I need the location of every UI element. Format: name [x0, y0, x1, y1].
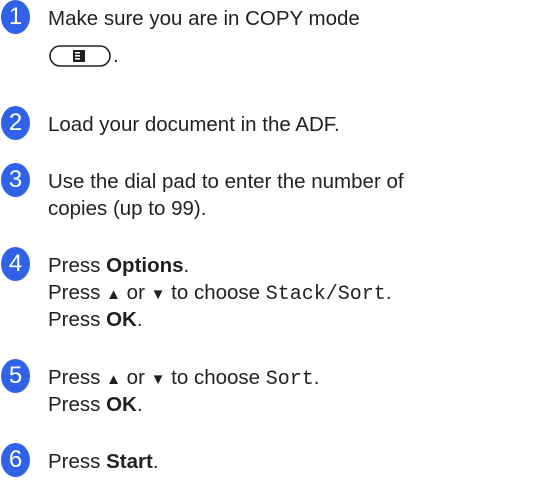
step-text-line-1: Press ▲ or ▼ to choose Sort.: [48, 364, 320, 393]
step-text-line-2: Press OK.: [48, 391, 143, 418]
step-text: Press Start.: [48, 448, 159, 475]
step-text-line-3: Press OK.: [48, 306, 143, 333]
step-text: Load your document in the ADF.: [48, 113, 340, 136]
down-arrow-icon: ▼: [150, 371, 166, 388]
step-number-badge: 2: [1, 106, 30, 140]
menu-setting-value: Sort: [265, 368, 314, 391]
step-number-badge: 3: [1, 163, 30, 197]
down-arrow-icon: ▼: [150, 286, 166, 303]
or-word: or: [126, 281, 145, 304]
up-arrow-icon: ▲: [106, 286, 121, 303]
press-word: Press: [48, 366, 101, 389]
or-word: or: [126, 366, 145, 389]
period: .: [136, 393, 143, 416]
step-text-period: .: [113, 44, 119, 67]
start-key-label: Start: [106, 450, 153, 473]
step-text-line-1: Press Options.: [48, 252, 189, 279]
ok-key-label: OK: [106, 308, 137, 331]
to-choose-text: to choose: [171, 366, 261, 389]
step-text-line-1: Use the dial pad to enter the number of: [48, 170, 404, 193]
step-text: Make sure you are in COPY mode: [48, 7, 360, 30]
period: .: [136, 308, 143, 331]
press-word: Press: [48, 393, 101, 416]
step-number-badge: 4: [1, 247, 30, 281]
step-text-line-2: Press ▲ or ▼ to choose Stack/Sort.: [48, 279, 392, 308]
copy-mode-key-icon: [49, 45, 111, 67]
to-choose-text: to choose: [171, 281, 261, 304]
period: .: [183, 254, 190, 277]
options-key-label: Options: [106, 254, 184, 277]
menu-setting-value: Stack/Sort: [265, 283, 386, 306]
step-text-line-2: copies (up to 99).: [48, 197, 207, 220]
press-word: Press: [48, 450, 101, 473]
step-number-badge: 6: [1, 443, 30, 477]
ok-key-label: OK: [106, 393, 137, 416]
press-word: Press: [48, 254, 101, 277]
step-number-badge: 1: [1, 0, 30, 34]
up-arrow-icon: ▲: [106, 371, 121, 388]
period: .: [313, 366, 320, 389]
period: .: [385, 281, 392, 304]
press-word: Press: [48, 281, 101, 304]
step-number-badge: 5: [1, 359, 30, 393]
press-word: Press: [48, 308, 101, 331]
period: .: [152, 450, 159, 473]
